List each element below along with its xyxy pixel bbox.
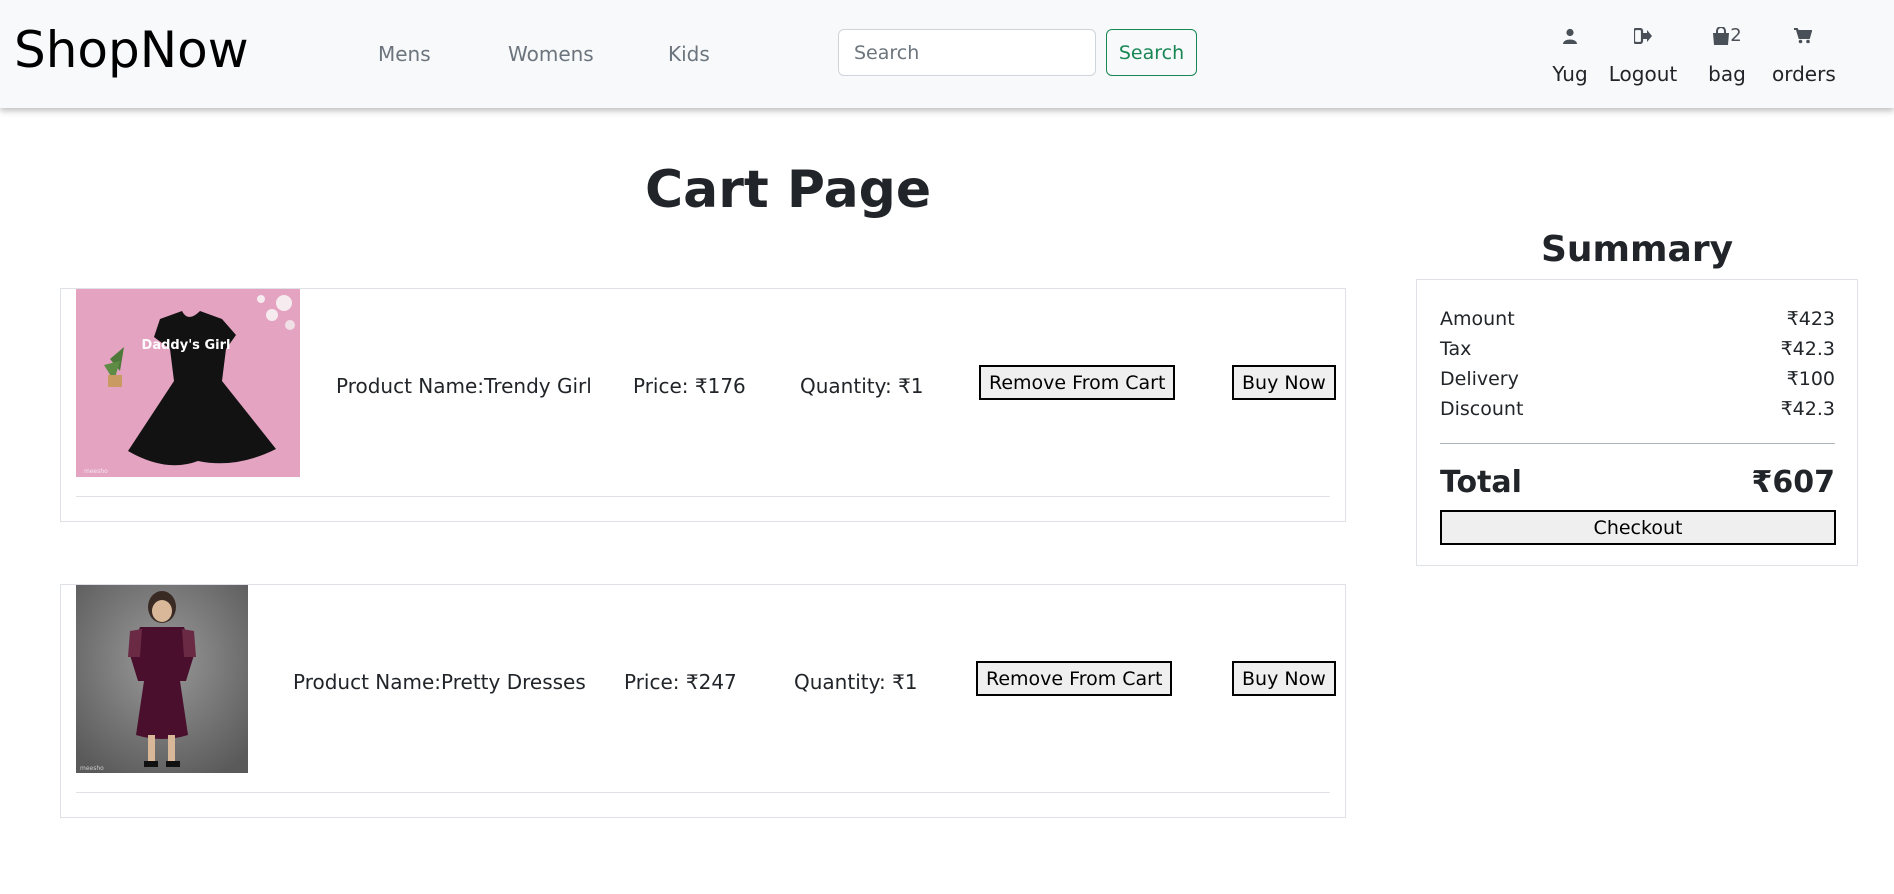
bag-icon-wrap: 2 bbox=[1704, 22, 1750, 50]
product-price: Price: ₹247 bbox=[624, 670, 737, 694]
summary-panel: Amount ₹423 Tax ₹42.3 Delivery ₹100 Disc… bbox=[1416, 279, 1858, 566]
user-icon bbox=[1548, 22, 1592, 50]
svg-text:meesho: meesho bbox=[84, 468, 108, 475]
cart-icon bbox=[1772, 22, 1834, 50]
nav-orders[interactable]: orders bbox=[1772, 22, 1836, 88]
summary-total: Total ₹607 bbox=[1440, 463, 1835, 503]
summary-value: ₹42.3 bbox=[1780, 398, 1835, 420]
product-name: Product Name:Pretty Dresses bbox=[293, 670, 586, 694]
nav-link-kids[interactable]: Kids bbox=[668, 40, 710, 68]
shopping-bag-icon bbox=[1713, 26, 1730, 45]
summary-row-amount: Amount ₹423 bbox=[1440, 304, 1835, 334]
checkout-button[interactable]: Checkout bbox=[1440, 510, 1836, 545]
product-name: Product Name:Trendy Girl bbox=[336, 374, 592, 398]
summary-value: ₹100 bbox=[1786, 368, 1835, 390]
product-image-pretty-dresses: meesho bbox=[76, 585, 248, 773]
nav-link-mens[interactable]: Mens bbox=[378, 40, 431, 68]
product-quantity: Quantity: ₹1 bbox=[794, 670, 918, 694]
navbar: ShopNow Mens Womens Kids Search Yug Logo… bbox=[0, 0, 1894, 108]
product-price: Price: ₹176 bbox=[633, 374, 746, 398]
brand-logo[interactable]: ShopNow bbox=[14, 18, 249, 82]
logout-icon bbox=[1608, 22, 1678, 50]
summary-row-delivery: Delivery ₹100 bbox=[1440, 364, 1835, 394]
summary-label: Delivery bbox=[1440, 368, 1519, 390]
bag-count: 2 bbox=[1730, 25, 1742, 46]
nav-logout-label: Logout bbox=[1608, 62, 1678, 86]
search-input[interactable] bbox=[838, 29, 1096, 76]
svg-text:meesho: meesho bbox=[80, 765, 104, 772]
summary-value: ₹423 bbox=[1786, 308, 1835, 330]
total-value: ₹607 bbox=[1751, 465, 1836, 500]
divider bbox=[76, 496, 1330, 497]
summary-divider bbox=[1440, 443, 1835, 444]
nav-user[interactable]: Yug bbox=[1548, 22, 1592, 88]
remove-from-cart-button[interactable]: Remove From Cart bbox=[979, 365, 1176, 400]
nav-logout[interactable]: Logout bbox=[1608, 22, 1678, 88]
summary-row-discount: Discount ₹42.3 bbox=[1440, 394, 1835, 424]
buy-now-button[interactable]: Buy Now bbox=[1232, 365, 1336, 400]
summary-label: Amount bbox=[1440, 308, 1515, 330]
product-quantity: Quantity: ₹1 bbox=[800, 374, 924, 398]
buy-now-button[interactable]: Buy Now bbox=[1232, 661, 1336, 696]
nav-user-label: Yug bbox=[1552, 62, 1588, 86]
divider bbox=[76, 792, 1330, 793]
product-image-trendy-girl: Daddy's Girl meesho bbox=[76, 289, 300, 477]
total-label: Total bbox=[1440, 465, 1522, 500]
cart-item-card: Daddy's Girl meesho Product Name:Trendy … bbox=[60, 288, 1346, 522]
nav-bag-label: bag bbox=[1708, 62, 1746, 86]
summary-value: ₹42.3 bbox=[1780, 338, 1835, 360]
image-caption: Daddy's Girl bbox=[142, 338, 231, 353]
summary-row-tax: Tax ₹42.3 bbox=[1440, 334, 1835, 364]
remove-from-cart-button[interactable]: Remove From Cart bbox=[976, 661, 1173, 696]
summary-label: Tax bbox=[1440, 338, 1472, 360]
nav-orders-label: orders bbox=[1772, 62, 1836, 86]
search-button[interactable]: Search bbox=[1106, 29, 1197, 76]
summary-label: Discount bbox=[1440, 398, 1524, 420]
cart-item-card: meesho Product Name:Pretty Dresses Price… bbox=[60, 584, 1346, 818]
nav-bag[interactable]: 2 bag bbox=[1704, 22, 1750, 88]
page-title: Cart Page bbox=[645, 160, 932, 220]
nav-link-womens[interactable]: Womens bbox=[508, 40, 594, 68]
summary-title: Summary bbox=[1540, 229, 1734, 270]
